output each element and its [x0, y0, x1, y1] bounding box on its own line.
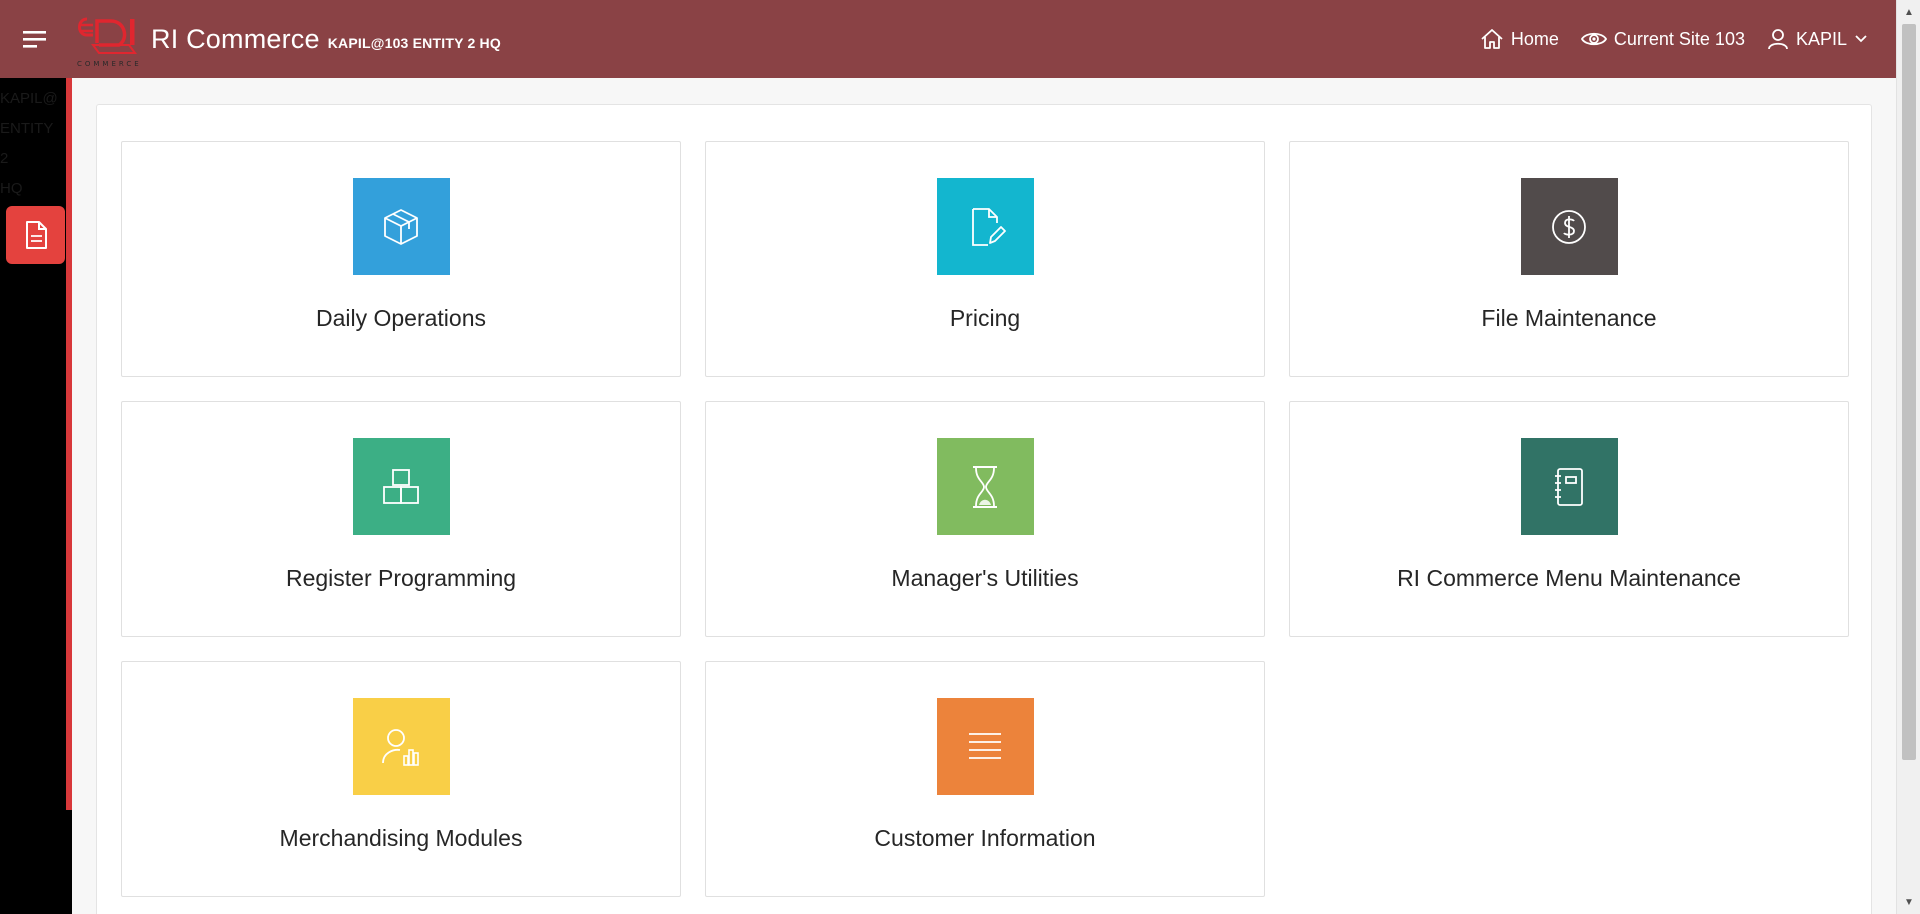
card-title: Manager's Utilities: [891, 565, 1079, 591]
card-pricing[interactable]: Pricing: [705, 141, 1265, 377]
home-icon: [1481, 29, 1503, 49]
hamburger-icon: [23, 31, 46, 48]
stacked-boxes-icon: [352, 438, 450, 535]
entity-label: KAPIL@103 ENTITY 2 HQ: [327, 35, 501, 51]
chevron-down-icon: [1855, 35, 1867, 43]
menu-card-grid: Daily Operations Pricing File Maintenanc…: [121, 141, 1849, 897]
sidebar-text-line: ENTITY: [0, 120, 54, 137]
notebook-icon: [1520, 438, 1618, 535]
top-header: COMMERCE RI Commerce KAPIL@103 ENTITY 2 …: [0, 0, 1896, 78]
eye-icon: [1580, 32, 1607, 46]
user-icon: [1768, 29, 1788, 50]
header-nav: Home Current Site 103 KAPIL: [1480, 28, 1868, 50]
sidebar-entity-text: KAPIL@ ENTITY 2 HQ: [0, 84, 60, 204]
card-title: Customer Information: [874, 825, 1096, 851]
card-title: Register Programming: [285, 565, 517, 591]
scroll-down-arrow-icon[interactable]: ▼: [1897, 892, 1920, 912]
main-content: Daily Operations Pricing File Maintenanc…: [72, 78, 1896, 914]
card-title: Merchandising Modules: [279, 825, 523, 851]
svg-text:COMMERCE: COMMERCE: [77, 60, 142, 68]
scroll-up-arrow-icon[interactable]: ▲: [1897, 2, 1920, 22]
hourglass-icon: [936, 438, 1034, 535]
scrollbar-thumb[interactable]: [1902, 24, 1916, 760]
sidebar-item-document[interactable]: [6, 206, 65, 264]
vertical-scrollbar[interactable]: ▲ ▼: [1896, 0, 1920, 914]
card-daily-operations[interactable]: Daily Operations: [121, 141, 681, 377]
card-file-maintenance[interactable]: File Maintenance: [1289, 141, 1849, 377]
card-merchandising-modules[interactable]: Merchandising Modules: [121, 661, 681, 897]
home-label: Home: [1510, 28, 1559, 49]
sidebar-text-line: KAPIL@: [0, 90, 58, 107]
user-chart-icon: [352, 698, 450, 795]
current-site-label: Current Site 103: [1613, 28, 1745, 49]
list-lines-icon: [936, 698, 1034, 795]
app-title: RI Commerce: [151, 23, 320, 54]
document-icon: [25, 221, 47, 249]
menu-region: Daily Operations Pricing File Maintenanc…: [96, 104, 1872, 914]
card-title: File Maintenance: [1481, 305, 1657, 331]
sidebar-text-line: 2: [0, 150, 9, 167]
dollar-circle-icon: [1520, 178, 1618, 275]
card-managers-utilities[interactable]: Manager's Utilities: [705, 401, 1265, 637]
current-site-link[interactable]: Current Site 103: [1580, 28, 1745, 50]
menu-toggle-button[interactable]: [0, 0, 70, 78]
card-register-programming[interactable]: Register Programming: [121, 401, 681, 637]
card-title: Pricing: [949, 305, 1021, 331]
card-menu-maintenance[interactable]: RI Commerce Menu Maintenance: [1289, 401, 1849, 637]
user-menu[interactable]: KAPIL: [1767, 28, 1868, 50]
home-link[interactable]: Home: [1480, 28, 1559, 50]
brand-logo[interactable]: COMMERCE: [73, 8, 145, 70]
card-customer-information[interactable]: Customer Information: [705, 661, 1265, 897]
card-title: Daily Operations: [315, 305, 487, 331]
document-edit-icon: [936, 178, 1034, 275]
box-icon: [352, 178, 450, 275]
card-title: RI Commerce Menu Maintenance: [1397, 565, 1741, 591]
sidebar-text-line: HQ: [0, 180, 23, 197]
user-label: KAPIL: [1795, 28, 1847, 49]
